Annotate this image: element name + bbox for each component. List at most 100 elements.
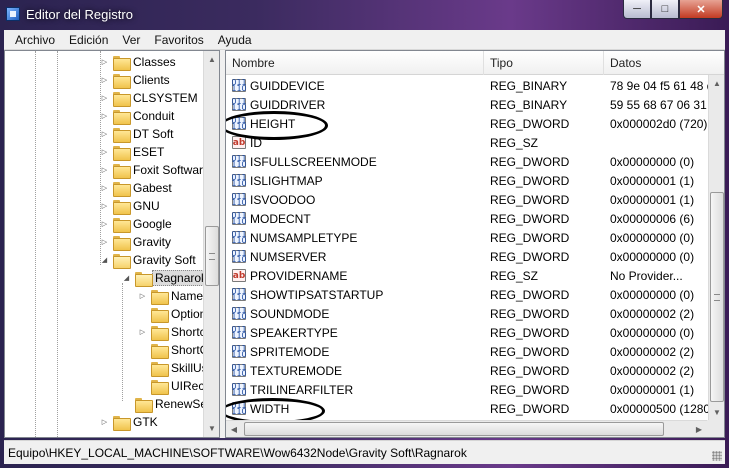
value-name: WIDTH [250, 401, 290, 416]
expander-arrow-icon[interactable]: ▷ [100, 112, 109, 121]
tree-item[interactable]: ▷ DT Soft [100, 125, 173, 143]
value-name-cell: 011 110 SPRITEMODE [232, 342, 484, 361]
expander-arrow-icon[interactable]: ▷ [100, 130, 109, 139]
tree-item[interactable]: ◢ Ragnarok [122, 269, 211, 287]
tree-guide-line [35, 51, 36, 437]
expander-arrow-icon[interactable]: ◢ [122, 274, 131, 283]
binary-value-icon: 011 110 [232, 96, 247, 112]
menu-archivo[interactable]: Archivo [8, 33, 62, 47]
registry-value-row[interactable]: 011 110 GUIDDRIVER REG_BINARY 59 55 68 67 0… [226, 95, 708, 114]
expander-arrow-icon[interactable]: ▷ [100, 58, 109, 67]
resize-grip-icon[interactable] [712, 451, 722, 461]
expander-arrow-icon[interactable]: ▷ [100, 202, 109, 211]
title-bar[interactable]: Editor del Registro ─ □ ✕ [0, 0, 729, 30]
value-name: TRILINEARFILTER [250, 382, 354, 397]
list-horizontal-scrollbar[interactable]: ◀ ▶ [226, 420, 708, 437]
column-header-type[interactable]: Tipo [484, 51, 604, 75]
list-hscroll-thumb[interactable] [244, 422, 664, 436]
maximize-button[interactable]: □ [651, 0, 679, 19]
close-button[interactable]: ✕ [679, 0, 723, 19]
tree-scroll-thumb[interactable] [205, 226, 219, 286]
registry-value-row[interactable]: 011 110 SPRITEMODE REG_DWORD 0x00000002 (2) [226, 342, 708, 361]
tree-item[interactable]: ▷ ESET [100, 143, 164, 161]
value-type: REG_SZ [490, 268, 539, 283]
tree-item[interactable]: ▷ CLSYSTEM [100, 89, 198, 107]
tree-item[interactable]: ▷ Gravity [100, 233, 171, 251]
registry-value-row[interactable]: 011 110 SPEAKERTYPE REG_DWORD 0x00000000 (0… [226, 323, 708, 342]
menu-ver[interactable]: Ver [115, 33, 147, 47]
registry-value-row[interactable]: 011 110 ISFULLSCREENMODE REG_DWORD 0x000000… [226, 152, 708, 171]
binary-value-icon: 011 110 [232, 305, 247, 321]
value-name-cell: 011 110 GUIDDEVICE [232, 76, 484, 95]
expander-arrow-icon[interactable]: ◢ [100, 256, 109, 265]
menu-ayuda[interactable]: Ayuda [211, 33, 259, 47]
folder-icon [113, 415, 131, 431]
value-data: 0x00000000 (0) [610, 154, 695, 169]
tree-item[interactable]: ◢ Gravity Soft [100, 251, 196, 269]
value-name-cell: 011 110 TEXTUREMODE [232, 361, 484, 380]
expander-arrow-icon[interactable]: ▷ [100, 418, 109, 427]
column-header-name[interactable]: Nombre [226, 51, 484, 75]
tree-item[interactable]: ▷ GTK [100, 413, 158, 431]
expander-arrow-icon[interactable]: ▷ [100, 148, 109, 157]
folder-icon [135, 271, 153, 287]
tree-vertical-scrollbar[interactable]: ▲ ▼ [203, 51, 219, 437]
value-name-cell: 011 110 GUIDDRIVER [232, 95, 484, 114]
scroll-down-arrow-icon[interactable]: ▼ [709, 404, 724, 421]
tree-item[interactable]: ▷ Foxit Software [100, 161, 210, 179]
list-header: Nombre Tipo Datos [226, 51, 724, 75]
expander-arrow-icon[interactable]: ▷ [100, 166, 109, 175]
binary-value-icon: 011 110 [232, 343, 247, 359]
expander-arrow-icon[interactable]: ▷ [138, 328, 147, 337]
tree-item-label: GNU [133, 199, 160, 213]
list-vertical-scrollbar[interactable]: ▲ ▼ [708, 75, 724, 421]
expander-arrow-icon[interactable]: ▷ [100, 76, 109, 85]
registry-value-row[interactable]: 011 110 GUIDDEVICE REG_BINARY 78 9e 04 f5 6… [226, 76, 708, 95]
value-data: 0x000002d0 (720) [610, 116, 708, 131]
registry-value-row[interactable]: 011 110 WIDTH REG_DWORD 0x00000500 (1280) [226, 399, 708, 418]
scroll-left-arrow-icon[interactable]: ◀ [226, 421, 242, 437]
scroll-down-arrow-icon[interactable]: ▼ [204, 420, 219, 437]
registry-value-row[interactable]: 011 110 NUMSERVER REG_DWORD 0x00000000 (0) [226, 247, 708, 266]
tree-item[interactable]: Option [138, 305, 206, 323]
registry-value-row[interactable]: 011 110 ISLIGHTMAP REG_DWORD 0x00000001 (1) [226, 171, 708, 190]
expander-arrow-icon[interactable]: ▷ [100, 94, 109, 103]
list-scroll-thumb[interactable] [710, 192, 724, 402]
registry-value-row[interactable]: 011 110 HEIGHT REG_DWORD 0x000002d0 (720) [226, 114, 708, 133]
scroll-right-arrow-icon[interactable]: ▶ [691, 421, 707, 437]
tree-item[interactable]: ▷ Shortcu [138, 323, 212, 341]
registry-value-row[interactable]: 011 110 SOUNDMODE REG_DWORD 0x00000002 (2) [226, 304, 708, 323]
minimize-button[interactable]: ─ [623, 0, 651, 19]
registry-value-row[interactable]: 011 110 TEXTUREMODE REG_DWORD 0x00000002 (2… [226, 361, 708, 380]
registry-value-row[interactable]: 011 110 NUMSAMPLETYPE REG_DWORD 0x00000000 … [226, 228, 708, 247]
registry-value-row[interactable]: ab PROVIDERNAME REG_SZ No Provider... [226, 266, 708, 285]
scroll-up-arrow-icon[interactable]: ▲ [709, 75, 724, 92]
registry-value-row[interactable]: 011 110 MODECNT REG_DWORD 0x00000006 (6) [226, 209, 708, 228]
tree-item-label: Foxit Software [133, 163, 210, 177]
registry-value-row[interactable]: ab ID REG_SZ [226, 133, 708, 152]
registry-value-row[interactable]: 011 110 TRILINEARFILTER REG_DWORD 0x0000000… [226, 380, 708, 399]
tree-item[interactable]: ▷ GNU [100, 197, 160, 215]
expander-arrow-icon[interactable]: ▷ [100, 184, 109, 193]
tree-item[interactable]: ▷ Classes [100, 53, 176, 71]
tree-item[interactable]: UIRectI [138, 377, 211, 395]
value-name: ISFULLSCREENMODE [250, 154, 377, 169]
tree-item[interactable]: ▷ Gabest [100, 179, 172, 197]
tree-item[interactable]: ▷ Clients [100, 71, 170, 89]
menu-favoritos[interactable]: Favoritos [147, 33, 210, 47]
tree-item[interactable]: ▷ Conduit [100, 107, 174, 125]
column-header-data[interactable]: Datos [604, 51, 724, 75]
scroll-up-arrow-icon[interactable]: ▲ [204, 51, 219, 68]
registry-value-row[interactable]: 011 110 SHOWTIPSATSTARTUP REG_DWORD 0x00000… [226, 285, 708, 304]
value-name-cell: 011 110 SHOWTIPSATSTARTUP [232, 285, 484, 304]
tree-item[interactable]: ▷ Google [100, 215, 172, 233]
expander-arrow-icon[interactable]: ▷ [100, 238, 109, 247]
registry-value-row[interactable]: 011 110 ISVOODOO REG_DWORD 0x00000001 (1) [226, 190, 708, 209]
folder-icon [113, 73, 131, 89]
tree-item[interactable]: ▷ NameB [138, 287, 211, 305]
expander-arrow-icon[interactable]: ▷ [100, 220, 109, 229]
menu-edicion[interactable]: Edición [62, 33, 115, 47]
expander-arrow-icon[interactable]: ▷ [138, 292, 147, 301]
